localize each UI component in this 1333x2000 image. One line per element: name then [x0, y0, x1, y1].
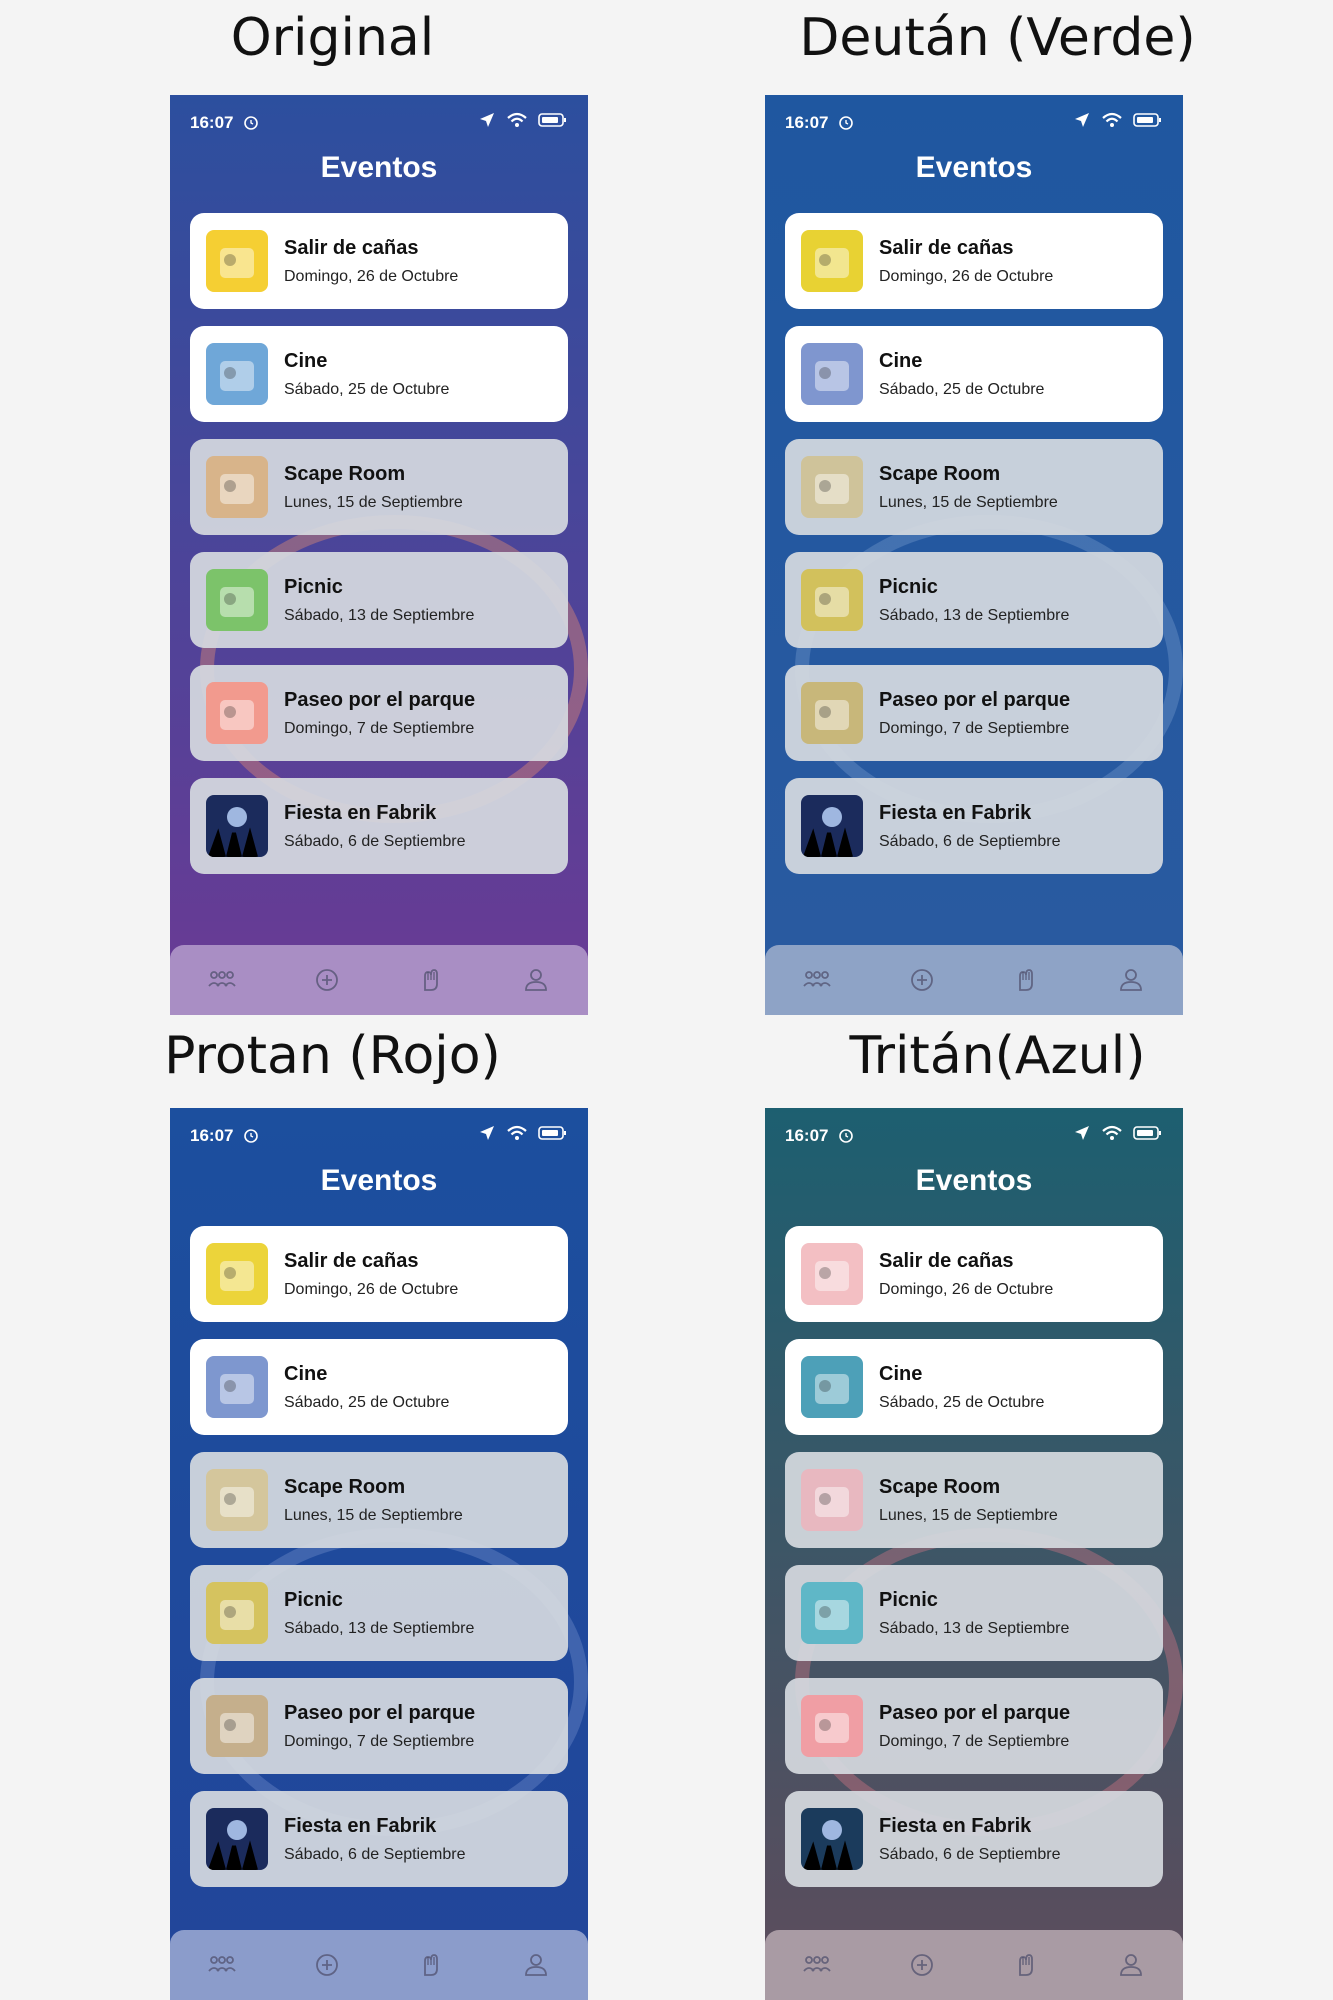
status-icons: [478, 1124, 568, 1147]
event-date: Sábado, 6 de Septiembre: [879, 1845, 1061, 1863]
profile-icon[interactable]: [516, 1945, 556, 1985]
variant-panel: Tritán(Azul) 16:07 Eventos Salir de cañas Do…: [665, 0, 1330, 2000]
event-card[interactable]: Cine Sábado, 25 de Octubre: [785, 1339, 1163, 1435]
event-date: Sábado, 25 de Octubre: [284, 1393, 450, 1411]
wifi-icon: [506, 1124, 528, 1147]
wifi-icon: [1101, 1124, 1123, 1147]
event-title: Cine: [284, 1362, 328, 1385]
event-thumbnail: [206, 1808, 268, 1870]
people-icon[interactable]: [202, 1945, 242, 1985]
event-title: Scape Room: [284, 1475, 406, 1498]
event-title: Paseo por el parque: [879, 1701, 1071, 1724]
event-thumbnail: [801, 1243, 863, 1305]
hand-icon[interactable]: [1006, 1945, 1046, 1985]
event-text: Salir de cañas Domingo, 26 de Octubre: [284, 1250, 458, 1299]
event-title: Picnic: [284, 1588, 343, 1611]
event-card[interactable]: Picnic Sábado, 13 de Septiembre: [190, 1565, 568, 1661]
event-card[interactable]: Picnic Sábado, 13 de Septiembre: [785, 1565, 1163, 1661]
hand-icon[interactable]: [411, 1945, 451, 1985]
event-date: Sábado, 25 de Octubre: [879, 1393, 1045, 1411]
events-list: Salir de cañas Domingo, 26 de Octubre Cine…: [785, 1226, 1163, 1904]
event-text: Fiesta en Fabrik Sábado, 6 de Septiembre: [879, 1815, 1060, 1864]
phone-screen: 16:07 Eventos Salir de cañas Domingo, 26 de…: [765, 1108, 1183, 2000]
tab-bar: [765, 1930, 1183, 2000]
status-bar: 16:07: [170, 1108, 588, 1164]
event-date: Domingo, 26 de Octubre: [879, 1280, 1054, 1298]
event-date: Domingo, 26 de Octubre: [284, 1280, 459, 1298]
location-icon: [1073, 1124, 1091, 1147]
status-bar: 16:07: [765, 1108, 1183, 1164]
event-card[interactable]: Cine Sábado, 25 de Octubre: [190, 1339, 568, 1435]
event-title: Cine: [879, 1362, 923, 1385]
people-icon[interactable]: [797, 1945, 837, 1985]
event-date: Domingo, 7 de Septiembre: [284, 1732, 475, 1750]
event-thumbnail: [206, 1582, 268, 1644]
event-card[interactable]: Paseo por el parque Domingo, 7 de Septiem…: [785, 1678, 1163, 1774]
event-thumbnail: [801, 1356, 863, 1418]
event-title: Fiesta en Fabrik: [879, 1814, 1032, 1837]
event-thumbnail: [801, 1582, 863, 1644]
location-icon: [478, 1124, 496, 1147]
event-date: Lunes, 15 de Septiembre: [284, 1506, 463, 1524]
event-date: Sábado, 6 de Septiembre: [284, 1845, 466, 1863]
profile-icon[interactable]: [1111, 1945, 1151, 1985]
alarm-icon: [242, 1126, 260, 1149]
battery-icon: [1133, 1125, 1163, 1146]
status-time: 16:07: [785, 1126, 829, 1145]
event-text: Paseo por el parque Domingo, 7 de Septiem…: [879, 1702, 1070, 1751]
event-card[interactable]: Salir de cañas Domingo, 26 de Octubre: [785, 1226, 1163, 1322]
event-text: Fiesta en Fabrik Sábado, 6 de Septiembre: [284, 1815, 465, 1864]
event-thumbnail: [801, 1469, 863, 1531]
phone-screen: 16:07 Eventos Salir de cañas Domingo, 26 de…: [170, 1108, 588, 2000]
event-thumbnail: [206, 1356, 268, 1418]
add-circle-icon[interactable]: [902, 1945, 942, 1985]
event-title: Salir de cañas: [284, 1249, 419, 1272]
events-list: Salir de cañas Domingo, 26 de Octubre Cine…: [190, 1226, 568, 1904]
event-thumbnail: [801, 1808, 863, 1870]
event-card[interactable]: Paseo por el parque Domingo, 7 de Septiem…: [190, 1678, 568, 1774]
page-title: Eventos: [320, 1164, 438, 1197]
event-text: Cine Sábado, 25 de Octubre: [879, 1363, 1044, 1412]
event-title: Paseo por el parque: [284, 1701, 476, 1724]
event-text: Picnic Sábado, 13 de Septiembre: [879, 1589, 1069, 1638]
tab-bar: [170, 1930, 588, 2000]
event-card[interactable]: Fiesta en Fabrik Sábado, 6 de Septiembre: [190, 1791, 568, 1887]
status-time: 16:07: [190, 1126, 234, 1145]
alarm-icon: [837, 1126, 855, 1149]
event-card[interactable]: Scape Room Lunes, 15 de Septiembre: [785, 1452, 1163, 1548]
event-thumbnail: [801, 1695, 863, 1757]
event-thumbnail: [206, 1469, 268, 1531]
add-circle-icon[interactable]: [307, 1945, 347, 1985]
event-date: Sábado, 13 de Septiembre: [879, 1619, 1070, 1637]
event-card[interactable]: Scape Room Lunes, 15 de Septiembre: [190, 1452, 568, 1548]
event-title: Picnic: [879, 1588, 938, 1611]
variant-panel: Protan (Rojo) 16:07 Eventos Salir de cañas D…: [0, 0, 665, 2000]
event-title: Fiesta en Fabrik: [284, 1814, 437, 1837]
page-title: Eventos: [915, 1164, 1033, 1197]
variant-title: Protan (Rojo): [164, 1026, 501, 1086]
event-date: Sábado, 13 de Septiembre: [284, 1619, 475, 1637]
event-thumbnail: [206, 1243, 268, 1305]
event-date: Domingo, 7 de Septiembre: [879, 1732, 1070, 1750]
event-title: Salir de cañas: [879, 1249, 1014, 1272]
event-text: Cine Sábado, 25 de Octubre: [284, 1363, 449, 1412]
event-text: Scape Room Lunes, 15 de Septiembre: [284, 1476, 463, 1525]
status-icons: [1073, 1124, 1163, 1147]
event-card[interactable]: Salir de cañas Domingo, 26 de Octubre: [190, 1226, 568, 1322]
event-date: Lunes, 15 de Septiembre: [879, 1506, 1058, 1524]
battery-icon: [538, 1125, 568, 1146]
event-text: Paseo por el parque Domingo, 7 de Septiem…: [284, 1702, 475, 1751]
variant-title: Tritán(Azul): [849, 1026, 1146, 1086]
event-title: Scape Room: [879, 1475, 1001, 1498]
event-card[interactable]: Fiesta en Fabrik Sábado, 6 de Septiembre: [785, 1791, 1163, 1887]
event-text: Salir de cañas Domingo, 26 de Octubre: [879, 1250, 1053, 1299]
event-thumbnail: [206, 1695, 268, 1757]
event-text: Scape Room Lunes, 15 de Septiembre: [879, 1476, 1058, 1525]
event-text: Picnic Sábado, 13 de Septiembre: [284, 1589, 474, 1638]
